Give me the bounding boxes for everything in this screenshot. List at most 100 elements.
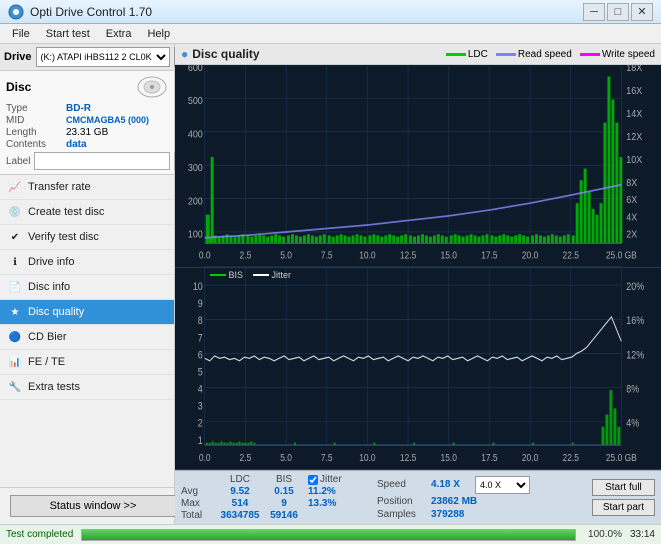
speed-value: 4.18 X [431, 479, 471, 490]
nav-label-drive-info: Drive info [28, 256, 74, 268]
write-speed-color [580, 53, 600, 56]
bis-total: 59146 [264, 510, 304, 521]
jitter-col-header: Jitter [320, 474, 342, 485]
svg-text:25.0 GB: 25.0 GB [606, 250, 637, 261]
sidebar-item-disc-quality[interactable]: ★ Disc quality [0, 300, 174, 325]
svg-text:300: 300 [188, 162, 203, 174]
drive-label: Drive [4, 51, 32, 63]
menu-file[interactable]: File [4, 26, 38, 42]
sidebar-item-drive-info[interactable]: ℹ Drive info [0, 250, 174, 275]
progress-bar-fill [82, 530, 575, 540]
svg-text:2.5: 2.5 [240, 250, 252, 261]
status-window-button[interactable]: Status window >> [10, 495, 176, 517]
svg-text:10: 10 [193, 281, 203, 293]
nav-label-disc-quality: Disc quality [28, 306, 84, 318]
svg-text:2: 2 [198, 417, 203, 429]
svg-text:17.5: 17.5 [481, 452, 497, 464]
position-value: 23862 MB [431, 496, 477, 507]
stats-cols: LDC BIS Jitter Avg 9.52 0.15 11.2% Max 5… [181, 474, 361, 521]
jitter-avg: 11.2% [308, 486, 358, 497]
window-controls: ─ □ ✕ [583, 3, 653, 21]
svg-text:12%: 12% [626, 349, 644, 361]
legend-write-speed-label: Write speed [602, 49, 655, 60]
ldc-col-header: LDC [220, 474, 260, 485]
status-window-section: Status window >> [0, 487, 174, 524]
svg-text:20.0: 20.0 [522, 452, 538, 464]
upper-chart: 600 500 400 300 200 100 18X 16X 14X 12X … [175, 65, 661, 268]
sidebar-item-verify-test-disc[interactable]: ✔ Verify test disc [0, 225, 174, 250]
menu-start-test[interactable]: Start test [38, 26, 98, 42]
svg-text:25.0 GB: 25.0 GB [606, 452, 637, 464]
stats-max-row: Max 514 9 13.3% [181, 498, 361, 509]
nav-label-create-test-disc: Create test disc [28, 206, 104, 218]
stats-header-row: LDC BIS Jitter [181, 474, 361, 485]
chart-legend: LDC Read speed Write speed [446, 49, 655, 60]
legend-ldc: LDC [446, 49, 488, 60]
jitter-max: 13.3% [308, 498, 358, 509]
drive-bar: Drive (K:) ATAPI iHBS112 2 CL0K ⏏ [0, 44, 174, 71]
svg-text:16X: 16X [626, 85, 642, 97]
title-bar: Opti Drive Control 1.70 ─ □ ✕ [0, 0, 661, 24]
svg-text:7: 7 [198, 332, 203, 344]
maximize-button[interactable]: □ [607, 3, 629, 21]
svg-text:0.0: 0.0 [199, 250, 211, 261]
svg-text:1: 1 [198, 435, 203, 447]
type-field-label: Type [6, 103, 66, 114]
disc-icon [136, 75, 168, 99]
sidebar-item-transfer-rate[interactable]: 📈 Transfer rate [0, 175, 174, 200]
sidebar: Drive (K:) ATAPI iHBS112 2 CL0K ⏏ Disc T… [0, 44, 175, 524]
menu-extra[interactable]: Extra [98, 26, 140, 42]
svg-text:9: 9 [198, 298, 203, 310]
content-area: ● Disc quality LDC Read speed Write spee… [175, 44, 661, 524]
nav-label-disc-info: Disc info [28, 281, 70, 293]
sidebar-item-cd-bier[interactable]: 🔵 CD Bier [0, 325, 174, 350]
speed-select-stats[interactable]: 4.0 X [475, 476, 530, 494]
ldc-total: 3634785 [220, 510, 260, 521]
svg-text:200: 200 [188, 196, 203, 208]
chart-header: ● Disc quality LDC Read speed Write spee… [175, 44, 661, 65]
svg-text:2X: 2X [626, 229, 637, 241]
sidebar-item-create-test-disc[interactable]: 💿 Create test disc [0, 200, 174, 225]
legend-write-speed: Write speed [580, 49, 655, 60]
menu-bar: File Start test Extra Help [0, 24, 661, 44]
app-icon [8, 4, 24, 20]
svg-text:12.5: 12.5 [400, 250, 416, 261]
svg-text:20%: 20% [626, 281, 644, 293]
legend-ldc-label: LDC [468, 49, 488, 60]
legend-read-speed: Read speed [496, 49, 572, 60]
stats-avg-row: Avg 9.52 0.15 11.2% [181, 486, 361, 497]
lower-legend: BIS Jitter [210, 270, 291, 280]
svg-text:10.0: 10.0 [359, 452, 375, 464]
svg-text:12X: 12X [626, 131, 642, 143]
stats-label-empty [181, 474, 216, 485]
close-button[interactable]: ✕ [631, 3, 653, 21]
bis-max: 9 [264, 498, 304, 509]
svg-text:5: 5 [198, 366, 203, 378]
position-label: Position [377, 496, 427, 507]
jitter-checkbox[interactable] [308, 475, 318, 485]
lower-legend-jitter: Jitter [253, 270, 291, 280]
label-input[interactable] [34, 152, 170, 170]
sidebar-item-fe-te[interactable]: 📊 FE / TE [0, 350, 174, 375]
cd-bier-icon: 🔵 [8, 330, 22, 344]
sidebar-item-extra-tests[interactable]: 🔧 Extra tests [0, 375, 174, 400]
minimize-button[interactable]: ─ [583, 3, 605, 21]
svg-text:4%: 4% [626, 417, 639, 429]
svg-text:22.5: 22.5 [563, 452, 579, 464]
progress-percent: 100.0% [588, 529, 622, 540]
drive-select[interactable]: (K:) ATAPI iHBS112 2 CL0K [36, 47, 170, 67]
disc-panel-title: Disc [6, 80, 31, 94]
svg-text:4: 4 [198, 383, 203, 395]
start-full-button[interactable]: Start full [592, 479, 655, 496]
length-field-label: Length [6, 127, 66, 138]
avg-label: Avg [181, 486, 216, 497]
svg-text:8X: 8X [626, 177, 637, 189]
menu-help[interactable]: Help [139, 26, 178, 42]
nav-label-extra-tests: Extra tests [28, 381, 80, 393]
start-part-button[interactable]: Start part [592, 499, 655, 516]
nav-label-cd-bier: CD Bier [28, 331, 67, 343]
sidebar-item-disc-info[interactable]: 📄 Disc info [0, 275, 174, 300]
disc-panel: Disc Type BD-R MID CMCMAGBA5 (000) Lengt… [0, 71, 174, 175]
ldc-color [446, 53, 466, 56]
svg-text:5.0: 5.0 [280, 452, 292, 464]
